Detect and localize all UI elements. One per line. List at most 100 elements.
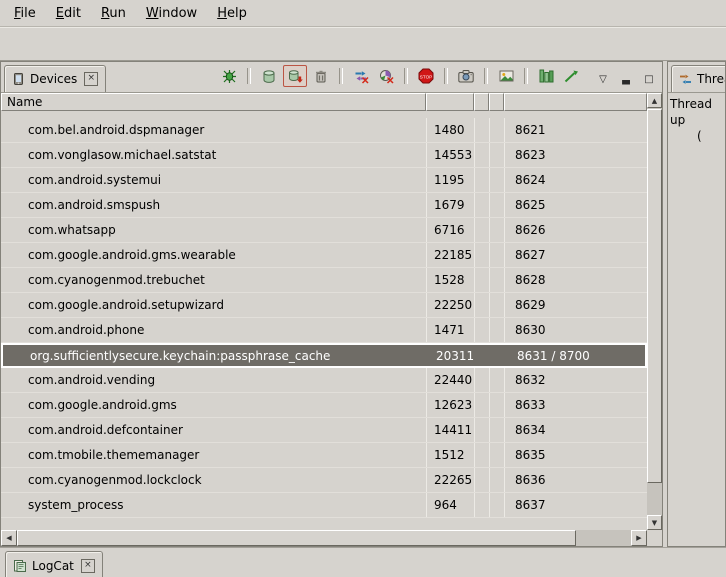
cell-spacer: [474, 243, 489, 267]
column-header-b[interactable]: [489, 93, 504, 111]
menu-file[interactable]: File: [4, 2, 46, 25]
hscroll-track[interactable]: [17, 530, 631, 546]
cell-spacer: [474, 368, 489, 392]
maximize-icon[interactable]: □: [642, 74, 656, 86]
device-table: Name com.bel.android.dspmanager14808621c…: [1, 93, 662, 546]
column-header-a[interactable]: [474, 93, 489, 111]
cell-pid: 22185: [426, 243, 474, 267]
cell-process-name: com.android.smspush: [1, 193, 426, 217]
scroll-left-icon[interactable]: ◀: [1, 530, 17, 546]
devices-panel: Devices × STOP ▽ ▃ □ Name com.bel.android.…: [0, 61, 663, 547]
cause-gc-icon[interactable]: [310, 66, 332, 86]
scroll-down-icon[interactable]: ▼: [647, 515, 662, 530]
tab-threads[interactable]: Threa: [671, 65, 726, 92]
table-row[interactable]: com.cyanogenmod.trebuchet15288628: [1, 268, 647, 293]
menu-window[interactable]: Window: [136, 2, 207, 25]
table-row[interactable]: com.tmobile.thememanager15128635: [1, 443, 647, 468]
cell-spacer: [474, 393, 489, 417]
table-row[interactable]: com.android.defcontainer144118634: [1, 418, 647, 443]
vscroll-thumb[interactable]: [647, 109, 662, 483]
scroll-up-icon[interactable]: ▲: [647, 93, 662, 108]
method-profiling-icon[interactable]: [375, 66, 397, 86]
tab-logcat[interactable]: LogCat ×: [5, 551, 103, 577]
cell-process-name: com.cyanogenmod.lockclock: [1, 468, 426, 492]
table-row[interactable]: com.google.android.setupwizard222508629: [1, 293, 647, 318]
table-row[interactable]: com.whatsapp67168626: [1, 218, 647, 243]
ddms-window: FileEditRunWindowHelp Devices × STOP ▽ ▃ □…: [0, 0, 726, 577]
capture-view-hierarchy-icon[interactable]: [535, 66, 557, 86]
opengl-trace-icon[interactable]: [560, 66, 582, 86]
table-header: Name: [1, 93, 647, 111]
scroll-right-icon[interactable]: ▶: [631, 530, 647, 546]
cell-process-name: com.bel.android.dspmanager: [1, 118, 426, 142]
tab-logcat-label: LogCat: [32, 559, 74, 573]
cell-spacer: [489, 468, 504, 492]
menu-bar: FileEditRunWindowHelp: [0, 0, 726, 27]
logcat-panel: LogCat ×: [0, 547, 726, 577]
cell-port: 8626: [504, 218, 647, 242]
stop-process-icon[interactable]: STOP: [415, 66, 437, 86]
column-header-port[interactable]: [504, 93, 647, 111]
menu-run[interactable]: Run: [91, 2, 136, 25]
table-row[interactable]: com.cyanogenmod.lockclock222658636: [1, 468, 647, 493]
toolbar-separator: [404, 68, 408, 84]
menu-edit[interactable]: Edit: [46, 2, 91, 25]
screen-record-icon[interactable]: [495, 66, 517, 86]
dump-hprof-icon[interactable]: [283, 65, 307, 87]
table-row[interactable]: com.android.systemui11958624: [1, 168, 647, 193]
screen-capture-icon[interactable]: [455, 66, 477, 86]
hscroll-thumb[interactable]: [17, 530, 576, 546]
cell-spacer: [489, 168, 504, 192]
table-row[interactable]: com.android.vending224408632: [1, 368, 647, 393]
device-icon: [12, 72, 25, 86]
cell-pid: 1471: [426, 318, 474, 342]
cell-process-name: com.vonglasow.michael.satstat: [1, 143, 426, 167]
table-row[interactable]: org.sufficientlysecure.keychain:passphra…: [1, 343, 647, 368]
logcat-icon: [13, 559, 27, 573]
svg-text:STOP: STOP: [420, 74, 432, 79]
cell-spacer: [489, 268, 504, 292]
cell-spacer: [489, 393, 504, 417]
view-menu-icon[interactable]: ▽: [596, 74, 610, 86]
toolbar-separator: [247, 68, 251, 84]
column-header-name[interactable]: Name: [1, 93, 426, 111]
table-row[interactable]: com.google.android.gms126238633: [1, 393, 647, 418]
horizontal-scrollbar[interactable]: ◀ ▶: [1, 530, 647, 546]
cell-spacer: [489, 243, 504, 267]
cell-pid: 22265: [426, 468, 474, 492]
cell-pid: 964: [426, 493, 474, 517]
cell-port: 8627: [504, 243, 647, 267]
table-row[interactable]: system_process9648637: [1, 493, 647, 518]
update-heap-icon[interactable]: [258, 66, 280, 86]
tab-devices[interactable]: Devices ×: [4, 65, 106, 92]
table-row[interactable]: com.android.phone14718630: [1, 318, 647, 343]
vertical-scrollbar[interactable]: ▲ ▼: [647, 93, 662, 546]
debug-icon[interactable]: [218, 66, 240, 86]
threads-tab-row: Threa: [668, 62, 725, 93]
table-row[interactable]: com.google.android.gms.wearable221858627: [1, 243, 647, 268]
menu-help[interactable]: Help: [207, 2, 257, 25]
vscroll-track[interactable]: [647, 108, 662, 515]
toolbar-separator: [484, 68, 488, 84]
cell-spacer: [489, 218, 504, 242]
close-icon[interactable]: ×: [81, 559, 95, 573]
minimize-icon[interactable]: ▃: [619, 74, 633, 86]
toolbar-separator: [339, 68, 343, 84]
cell-pid: 1480: [426, 118, 474, 142]
scrollbar-corner: [647, 530, 662, 546]
table-row[interactable]: com.android.smspush16798625: [1, 193, 647, 218]
table-row[interactable]: com.vonglasow.michael.satstat145538623: [1, 143, 647, 168]
column-header-pid[interactable]: [426, 93, 474, 111]
cell-spacer: [474, 168, 489, 192]
cell-spacer: [474, 218, 489, 242]
close-icon[interactable]: ×: [84, 72, 98, 86]
cell-spacer: [489, 293, 504, 317]
cell-spacer: [476, 345, 491, 366]
main-area: Devices × STOP ▽ ▃ □ Name com.bel.android.…: [0, 61, 726, 547]
cell-process-name: com.cyanogenmod.trebuchet: [1, 268, 426, 292]
table-row[interactable]: com.bel.android.dspmanager1480 8621: [1, 118, 647, 143]
cell-pid: 20311: [428, 345, 476, 366]
update-threads-icon[interactable]: [350, 66, 372, 86]
cell-port: 8621: [504, 118, 647, 142]
cell-port: 8634: [504, 418, 647, 442]
